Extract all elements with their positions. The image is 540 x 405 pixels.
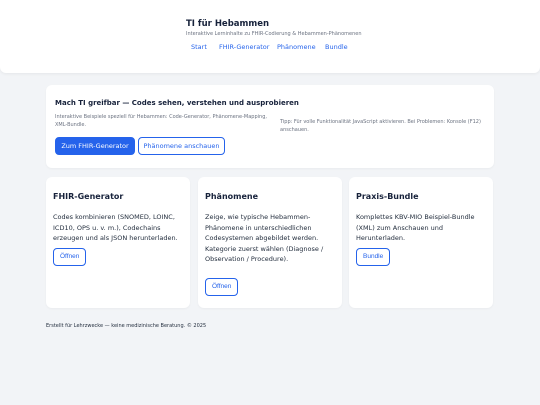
- fhir-generator-button[interactable]: Zum FHIR-Generator: [55, 137, 135, 155]
- card-fhir-generator: FHIR-Generator Codes kombinieren (SNOMED…: [46, 177, 190, 308]
- card-text: Komplettes KBV-MIO Beispiel-Bundle (XML)…: [356, 213, 475, 242]
- card-phaenomene: Phänomene Zeige, wie typische Hebammen-P…: [198, 177, 342, 308]
- open-phaenomene-button[interactable]: Öffnen: [205, 278, 239, 296]
- nav-fhir-generator[interactable]: FHIR-Generator: [219, 43, 269, 51]
- hero-tip: Tipp: Für volle Funktionalität JavaScrip…: [280, 119, 481, 133]
- card-praxis-bundle: Praxis-Bundle Komplettes KBV-MIO Beispie…: [349, 177, 493, 308]
- card-title: Praxis-Bundle: [356, 192, 419, 201]
- hero-description: Interaktive Beispiele speziell für Hebam…: [55, 114, 267, 128]
- site-title: TI für Hebammen: [186, 19, 270, 29]
- hero-title: Mach TI greifbar — Codes sehen, verstehe…: [55, 99, 299, 107]
- nav-bundle[interactable]: Bundle: [325, 43, 348, 51]
- card-text: Zeige, wie typische Hebammen-Phänomene i…: [205, 213, 324, 263]
- card-title: FHIR-Generator: [53, 192, 124, 201]
- site-subtitle: Interaktive Lerninhalte zu FHIR-Codierun…: [186, 31, 362, 37]
- open-fhir-generator-button[interactable]: Öffnen: [53, 248, 87, 266]
- open-bundle-button[interactable]: Bundle: [356, 248, 391, 266]
- phaenomene-button[interactable]: Phänomene anschauen: [138, 137, 225, 155]
- hero-section: Mach TI greifbar — Codes sehen, verstehe…: [46, 85, 494, 168]
- nav-phaenomene[interactable]: Phänomene: [277, 43, 316, 51]
- card-title: Phänomene: [205, 192, 259, 201]
- card-text: Codes kombinieren (SNOMED, LOINC, ICD10,…: [53, 213, 178, 242]
- footer-text: Erstellt für Lehrzwecke — keine medizini…: [46, 323, 207, 329]
- nav-start[interactable]: Start: [191, 43, 207, 51]
- site-header: TI für Hebammen Interaktive Lerninhalte …: [0, 0, 540, 73]
